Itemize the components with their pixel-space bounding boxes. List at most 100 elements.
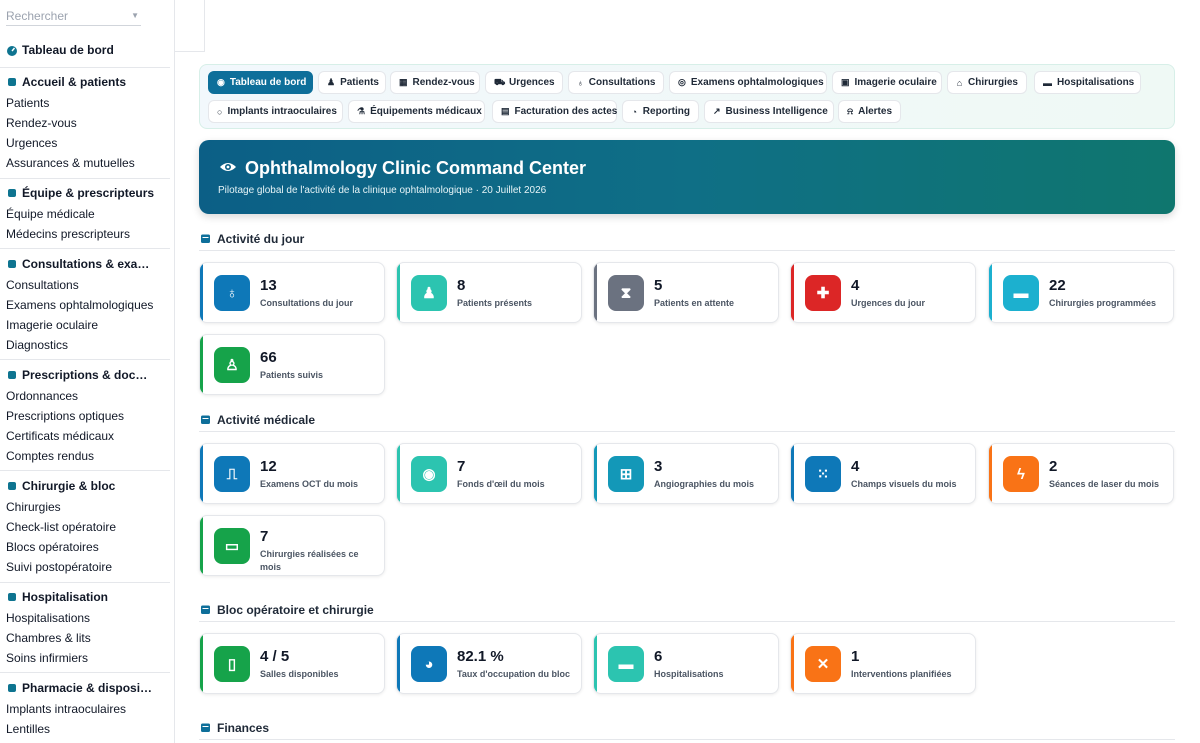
sidebar-section-title: Chirurgie & bloc <box>22 479 116 493</box>
sidebar-item-diagnostics[interactable]: Diagnostics <box>0 335 170 355</box>
sidebar-item-suivi-postoperatoire[interactable]: Suivi postopératoire <box>0 557 170 577</box>
kpi-card-chirurgies-realisees-ce-mois[interactable]: ▭ 7 Chirurgies réalisées ce mois <box>199 515 385 576</box>
card-accent-bar <box>397 444 400 503</box>
kpi-card-chirurgies-programmees[interactable]: ▬ 22 Chirurgies programmées <box>988 262 1174 323</box>
tab-imagerie-oculaire[interactable]: ▣ Imagerie oculaire <box>832 71 942 94</box>
sidebar-item-examens-ophtalmologiques[interactable]: Examens ophtalmologiques <box>0 295 170 315</box>
sidebar-item-imagerie-oculaire[interactable]: Imagerie oculaire <box>0 315 170 335</box>
user-group-icon <box>6 76 18 88</box>
kpi-value: 8 <box>457 277 466 294</box>
kpi-card-interventions-planifiees[interactable]: ✕ 1 Interventions planifiées <box>790 633 976 694</box>
user-doctor-icon <box>6 187 18 199</box>
sidebar-section-title: Accueil & patients <box>22 75 127 89</box>
tab-consultations[interactable]: ♁ Consultations <box>568 71 664 94</box>
kpi-card-urgences-du-jour[interactable]: ✚ 4 Urgences du jour <box>790 262 976 323</box>
sidebar: Rechercher ▼ Tableau de bord Accueil & p… <box>0 0 175 743</box>
sidebar-section-header[interactable]: Accueil & patients <box>0 71 170 93</box>
sidebar-item-patients[interactable]: Patients <box>0 93 170 113</box>
sidebar-item-chirurgies[interactable]: Chirurgies <box>0 497 170 517</box>
sidebar-section-header[interactable]: Prescriptions & doc… <box>0 364 170 386</box>
door-open-icon: ▯ <box>214 646 250 682</box>
kpi-card-taux-d-occupation-du-bloc[interactable]: ◕ 82.1 % Taux d'occupation du bloc <box>396 633 582 694</box>
card-accent-bar <box>200 335 203 394</box>
kpi-value: 4 / 5 <box>260 648 290 665</box>
wave-square-icon: ⎍ <box>214 456 250 492</box>
sidebar-item-lentilles[interactable]: Lentilles <box>0 719 170 739</box>
tab-implants-intraoculaires[interactable]: ○ Implants intraoculaires <box>208 100 343 123</box>
divider <box>0 672 170 673</box>
header-spacer <box>175 0 205 52</box>
kpi-label: Patients en attente <box>654 298 735 308</box>
kpi-value: 2 <box>1049 458 1058 475</box>
sidebar-item-comptes-rendus[interactable]: Comptes rendus <box>0 446 170 466</box>
kpi-card-angiographies-du-mois[interactable]: ⊞ 3 Angiographies du mois <box>593 443 779 504</box>
tab-facturation-des-actes[interactable]: ▤ Facturation des actes <box>492 100 617 123</box>
kpi-card-salles-disponibles[interactable]: ▯ 4 / 5 Salles disponibles <box>199 633 385 694</box>
chevron-down-icon[interactable]: ▼ <box>131 6 139 26</box>
tab-label: Business Intelligence <box>725 106 828 117</box>
tab-label: Alertes <box>858 106 892 117</box>
kpi-card-patients-en-attente[interactable]: ⧗ 5 Patients en attente <box>593 262 779 323</box>
reporting-icon: ◔ <box>631 106 638 117</box>
tab-chirurgies[interactable]: ⌂ Chirurgies <box>947 71 1027 94</box>
tab-urgences[interactable]: ⛟ Urgences <box>485 71 563 94</box>
kpi-card-hospitalisations[interactable]: ▬ 6 Hospitalisations <box>593 633 779 694</box>
kpi-value: 4 <box>851 458 860 475</box>
tab-label: Reporting <box>642 106 690 117</box>
sidebar-item-dashboard[interactable]: Tableau de bord <box>0 39 170 61</box>
tab-examens-ophtalmologiques[interactable]: ◎ Examens ophtalmologiques <box>669 71 827 94</box>
kpi-card-champs-visuels-du-mois[interactable]: ⁙ 4 Champs visuels du mois <box>790 443 976 504</box>
examens-ophtalmologiques-icon: ◎ <box>678 77 686 87</box>
sidebar-item-certificats-medicaux[interactable]: Certificats médicaux <box>0 426 170 446</box>
facturation-des-actes-icon: ▤ <box>501 106 510 116</box>
divider <box>0 470 170 471</box>
tab-hospitalisations[interactable]: ▬ Hospitalisations <box>1034 71 1141 94</box>
sidebar-item-blocs-operatoires[interactable]: Blocs opératoires <box>0 537 170 557</box>
sidebar-item-urgences[interactable]: Urgences <box>0 133 170 153</box>
kpi-card-seances-de-laser-du-mois[interactable]: ϟ 2 Séances de laser du mois <box>988 443 1174 504</box>
sidebar-item-hospitalisations[interactable]: Hospitalisations <box>0 608 170 628</box>
sidebar-item-consultations[interactable]: Consultations <box>0 275 170 295</box>
sidebar-item-equipe-medicale[interactable]: Équipe médicale <box>0 204 170 224</box>
kpi-value: 7 <box>260 528 269 545</box>
sidebar-item-check-list-operatoire[interactable]: Check-list opératoire <box>0 517 170 537</box>
sidebar-dashboard[interactable]: Tableau de bord <box>0 39 170 61</box>
tab-label: Rendez-vous <box>412 77 475 88</box>
tab-label: Tableau de bord <box>229 77 307 88</box>
kpi-value: 7 <box>457 458 466 475</box>
kpi-card-patients-suivis[interactable]: ♙ 66 Patients suivis <box>199 334 385 395</box>
sidebar-section-header[interactable]: Pharmacie & disposi… <box>0 677 170 699</box>
kpi-label: Patients présents <box>457 298 533 308</box>
section-title-activite-du-jour: Activité du jour <box>199 227 1175 251</box>
sidebar-item-rendez-vous[interactable]: Rendez-vous <box>0 113 170 133</box>
sidebar-section-header[interactable]: Hospitalisation <box>0 586 170 608</box>
kpi-card-patients-presents[interactable]: ♟ 8 Patients présents <box>396 262 582 323</box>
sidebar-item-assurances-mutuelles[interactable]: Assurances & mutuelles <box>0 153 170 173</box>
card-accent-bar <box>397 634 400 693</box>
sidebar-section-header[interactable]: Équipe & prescripteurs <box>0 182 170 204</box>
section-title-text: Bloc opératoire et chirurgie <box>217 602 374 617</box>
kpi-card-consultations-du-jour[interactable]: ♁ 13 Consultations du jour <box>199 262 385 323</box>
tab-alertes[interactable]: ⍾ Alertes <box>838 100 901 123</box>
tab-tableau-de-bord[interactable]: ◉ Tableau de bord <box>208 71 313 94</box>
tab-reporting[interactable]: ◔ Reporting <box>622 100 699 123</box>
kpi-card-examens-oct-du-mois[interactable]: ⎍ 12 Examens OCT du mois <box>199 443 385 504</box>
sidebar-item-ordonnances[interactable]: Ordonnances <box>0 386 170 406</box>
tab-rendez-vous[interactable]: ▦ Rendez-vous <box>390 71 480 94</box>
sidebar-section-title: Consultations & exa… <box>22 257 150 271</box>
sidebar-item-chambres-lits[interactable]: Chambres & lits <box>0 628 170 648</box>
file-medical-icon <box>6 369 18 381</box>
search-select[interactable]: Rechercher ▼ <box>6 6 141 26</box>
tab-business-intelligence[interactable]: ↗ Business Intelligence <box>704 100 834 123</box>
kpi-card-fonds-d-il-du-mois[interactable]: ◉ 7 Fonds d'œil du mois <box>396 443 582 504</box>
sidebar-item-implants-intraoculaires[interactable]: Implants intraoculaires <box>0 699 170 719</box>
tab-equipements-medicaux[interactable]: ⚗ Équipements médicaux <box>348 100 485 123</box>
sidebar-item-soins-infirmiers[interactable]: Soins infirmiers <box>0 648 170 668</box>
sidebar-item-medecins-prescripteurs[interactable]: Médecins prescripteurs <box>0 224 170 244</box>
page-subtitle: Pilotage global de l'activité de la clin… <box>218 185 547 196</box>
kpi-value: 6 <box>654 648 663 665</box>
tab-patients[interactable]: ♟ Patients <box>318 71 386 94</box>
sidebar-item-prescriptions-optiques[interactable]: Prescriptions optiques <box>0 406 170 426</box>
sidebar-section-header[interactable]: Consultations & exa… <box>0 253 170 275</box>
sidebar-section-header[interactable]: Chirurgie & bloc <box>0 475 170 497</box>
